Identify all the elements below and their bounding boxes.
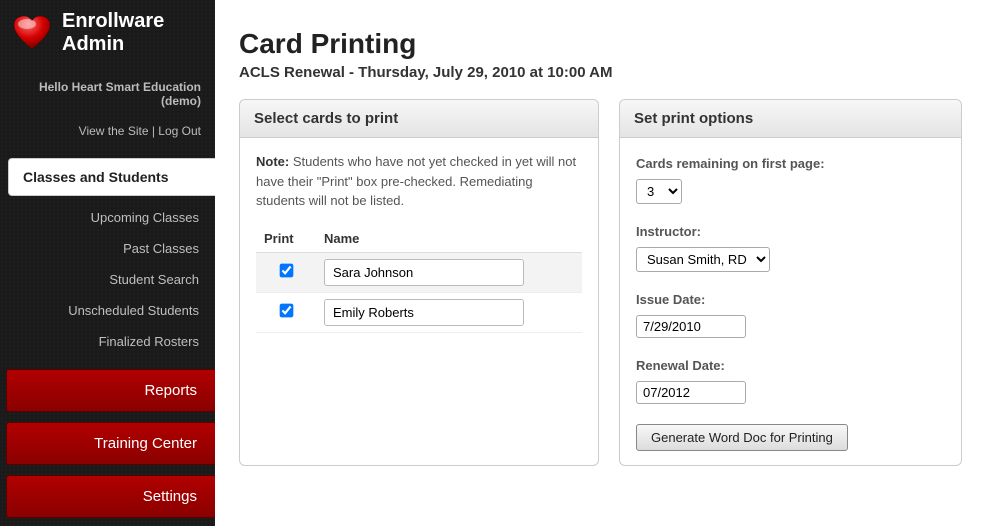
view-site-link[interactable]: View the Site xyxy=(79,124,149,138)
remaining-select[interactable]: 3 xyxy=(636,179,682,204)
main-content: Card Printing ACLS Renewal - Thursday, J… xyxy=(215,0,982,526)
subnav: Upcoming Classes Past Classes Student Se… xyxy=(0,196,215,369)
student-row xyxy=(256,292,582,332)
brand: Enrollware Admin xyxy=(0,0,215,80)
nav-classes-students[interactable]: Classes and Students xyxy=(8,158,215,196)
select-cards-note: Note: Students who have not yet checked … xyxy=(256,152,582,211)
student-name-input[interactable] xyxy=(324,299,524,326)
subnav-finalized[interactable]: Finalized Rosters xyxy=(0,326,215,357)
nav-reports[interactable]: Reports xyxy=(6,369,215,412)
page-subtitle: ACLS Renewal - Thursday, July 29, 2010 a… xyxy=(239,64,962,81)
generate-doc-button[interactable]: Generate Word Doc for Printing xyxy=(636,424,848,451)
print-checkbox[interactable] xyxy=(279,264,293,278)
col-name: Name xyxy=(316,225,582,253)
logout-link[interactable]: Log Out xyxy=(158,124,201,138)
print-options-panel: Set print options Cards remaining on fir… xyxy=(619,99,962,466)
remaining-label: Cards remaining on first page: xyxy=(636,156,945,171)
page-title: Card Printing xyxy=(239,28,962,60)
nav-training-center[interactable]: Training Center xyxy=(6,422,215,465)
students-table: Print Name xyxy=(256,225,582,333)
issue-date-label: Issue Date: xyxy=(636,292,945,307)
note-body: Students who have not yet checked in yet… xyxy=(256,154,576,208)
col-print: Print xyxy=(256,225,316,253)
instructor-select[interactable]: Susan Smith, RD xyxy=(636,247,770,272)
select-cards-header: Select cards to print xyxy=(240,100,598,138)
print-options-header: Set print options xyxy=(620,100,961,138)
link-sep: | xyxy=(149,124,159,138)
subnav-upcoming[interactable]: Upcoming Classes xyxy=(0,202,215,233)
student-name-input[interactable] xyxy=(324,259,524,286)
print-checkbox[interactable] xyxy=(279,304,293,318)
account-greeting: Hello Heart Smart Education (demo) xyxy=(0,80,201,108)
note-label: Note: xyxy=(256,154,289,169)
select-cards-panel: Select cards to print Note: Students who… xyxy=(239,99,599,466)
heart-icon xyxy=(12,15,52,51)
student-row xyxy=(256,252,582,292)
renewal-date-label: Renewal Date: xyxy=(636,358,945,373)
subnav-past[interactable]: Past Classes xyxy=(0,233,215,264)
issue-date-input[interactable] xyxy=(636,315,746,338)
renewal-date-input[interactable] xyxy=(636,381,746,404)
subnav-unscheduled[interactable]: Unscheduled Students xyxy=(0,295,215,326)
subnav-search[interactable]: Student Search xyxy=(0,264,215,295)
instructor-label: Instructor: xyxy=(636,224,945,239)
brand-title: Enrollware Admin xyxy=(62,10,164,56)
sidebar-nav: Classes and Students Upcoming Classes Pa… xyxy=(0,158,215,518)
sidebar: Enrollware Admin Hello Heart Smart Educa… xyxy=(0,0,215,526)
account-block: Hello Heart Smart Education (demo) View … xyxy=(0,80,215,144)
nav-settings[interactable]: Settings xyxy=(6,475,215,518)
